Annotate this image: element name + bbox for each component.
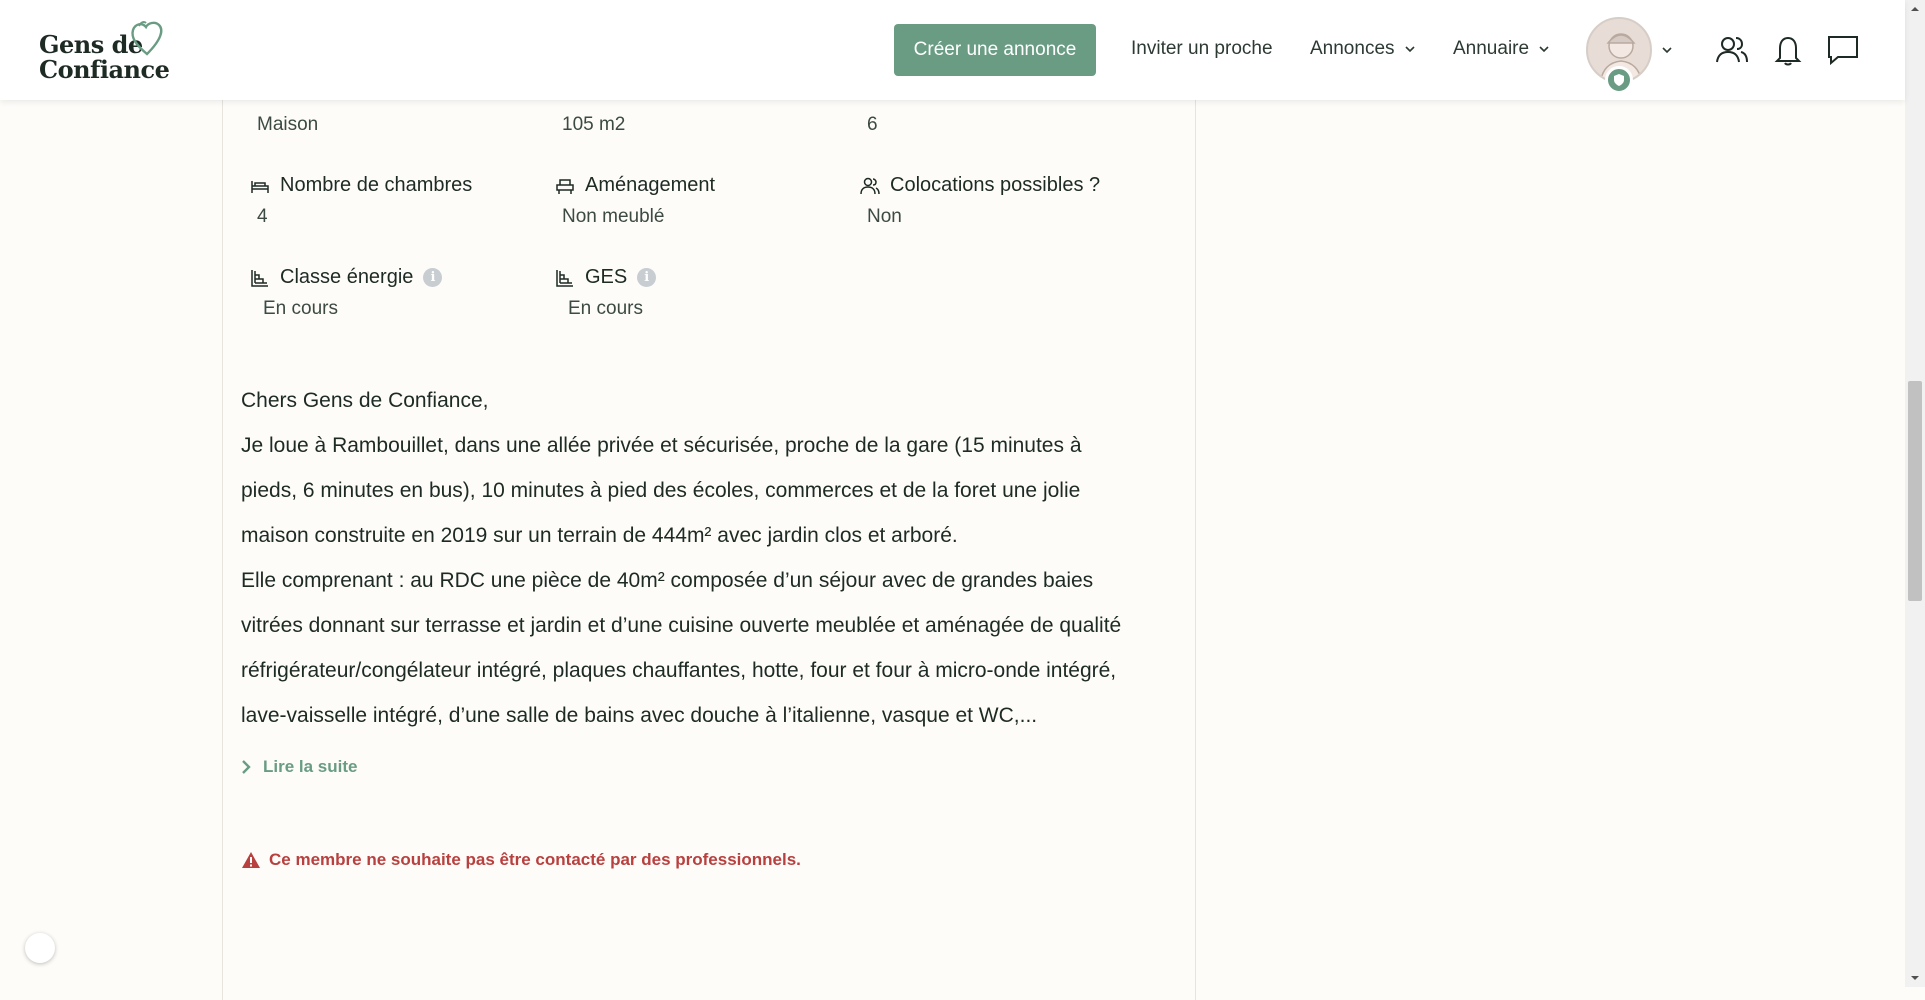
invite-link[interactable]: Inviter un proche <box>1131 38 1273 60</box>
flatshare-value: Non <box>867 206 902 227</box>
surface-attribute: 105 m2 <box>555 114 625 136</box>
bedrooms-value: 4 <box>257 206 268 227</box>
energy-class-attribute: Classe énergie i En cours <box>250 266 443 320</box>
energy-icon <box>251 269 268 287</box>
scroll-up-arrow-icon[interactable] <box>1910 4 1920 14</box>
heart-logo-icon <box>131 21 163 56</box>
bedrooms-label: Nombre de chambres <box>280 174 473 196</box>
surface-value: 105 m2 <box>562 114 626 135</box>
description-line: Je loue à Rambouillet, dans une allée pr… <box>241 434 1082 457</box>
chevron-right-icon <box>242 760 251 774</box>
avatar-chevron-down-icon[interactable] <box>1661 44 1673 56</box>
read-more-link[interactable]: Lire la suite <box>241 757 357 777</box>
read-more-label: Lire la suite <box>263 757 358 776</box>
ges-attribute: GES i En cours <box>555 266 657 320</box>
announces-menu[interactable]: Annonces <box>1310 38 1416 60</box>
create-listing-button[interactable]: Créer une annonce <box>894 24 1096 76</box>
announces-label: Annonces <box>1310 38 1395 59</box>
info-icon[interactable]: i <box>637 268 657 287</box>
furnishing-attribute: Aménagement Non meublé <box>555 174 715 228</box>
invite-label: Inviter un proche <box>1131 38 1273 59</box>
description-line: vitrées donnant sur terrasse et jardin e… <box>241 614 1122 637</box>
top-navigation-bar: Gens de Confiance Créer une annonce Invi… <box>0 0 1905 100</box>
chat-icon[interactable] <box>1826 33 1860 67</box>
bed-icon <box>251 180 269 193</box>
description-line: Elle comprenant : au RDC une pièce de 40… <box>241 569 1094 592</box>
flatshare-attribute: Colocations possibles ? Non <box>860 174 1100 228</box>
no-professional-contact-warning: Ce membre ne souhaite pas être contacté … <box>241 850 801 870</box>
info-icon[interactable]: i <box>423 268 443 287</box>
directory-label: Annuaire <box>1453 38 1530 59</box>
rooms-value: 6 <box>867 114 878 135</box>
description-line: lave-vaisselle intégré, d’une salle de b… <box>241 704 1038 727</box>
scrollbar-thumb[interactable] <box>1908 381 1922 601</box>
rooms-attribute: 6 <box>860 114 878 136</box>
scroll-down-arrow-icon[interactable] <box>1910 973 1920 983</box>
description-line: réfrigérateur/congélateur intégré, plaqu… <box>241 659 1117 682</box>
energy-class-label: Classe énergie <box>280 266 414 288</box>
description-line: maison construite en 2019 sur un terrain… <box>241 524 958 547</box>
site-logo[interactable]: Gens de Confiance <box>39 20 179 84</box>
furniture-icon <box>556 178 574 194</box>
user-group-icon[interactable] <box>1715 33 1749 67</box>
property-type-attribute: Maison <box>250 114 318 136</box>
ges-label: GES <box>585 266 628 288</box>
description-line: pieds, 6 minutes en bus), 10 minutes à p… <box>241 479 1081 502</box>
flatshare-label: Colocations possibles ? <box>890 174 1101 196</box>
property-type-value: Maison <box>257 114 319 135</box>
warning-triangle-icon <box>242 852 260 868</box>
verified-shield-icon <box>1605 66 1633 94</box>
listing-description: Chers Gens de Confiance, Je loue à Rambo… <box>241 378 1181 738</box>
directory-menu[interactable]: Annuaire <box>1453 38 1550 60</box>
ges-value: En cours <box>568 298 643 319</box>
furnishing-label: Aménagement <box>585 174 716 196</box>
energy-icon <box>556 269 573 287</box>
description-line: Chers Gens de Confiance, <box>241 389 489 412</box>
warning-text: Ce membre ne souhaite pas être contacté … <box>269 850 801 869</box>
chevron-down-icon <box>1404 46 1415 53</box>
people-icon <box>860 177 880 194</box>
energy-class-value: En cours <box>263 298 338 319</box>
furnishing-value: Non meublé <box>562 206 665 227</box>
chevron-down-icon <box>1539 46 1549 53</box>
bell-icon[interactable] <box>1771 33 1805 67</box>
bedrooms-attribute: Nombre de chambres 4 <box>250 174 472 228</box>
logo-line-2: Confiance <box>39 55 170 84</box>
floating-help-button[interactable] <box>25 933 55 963</box>
